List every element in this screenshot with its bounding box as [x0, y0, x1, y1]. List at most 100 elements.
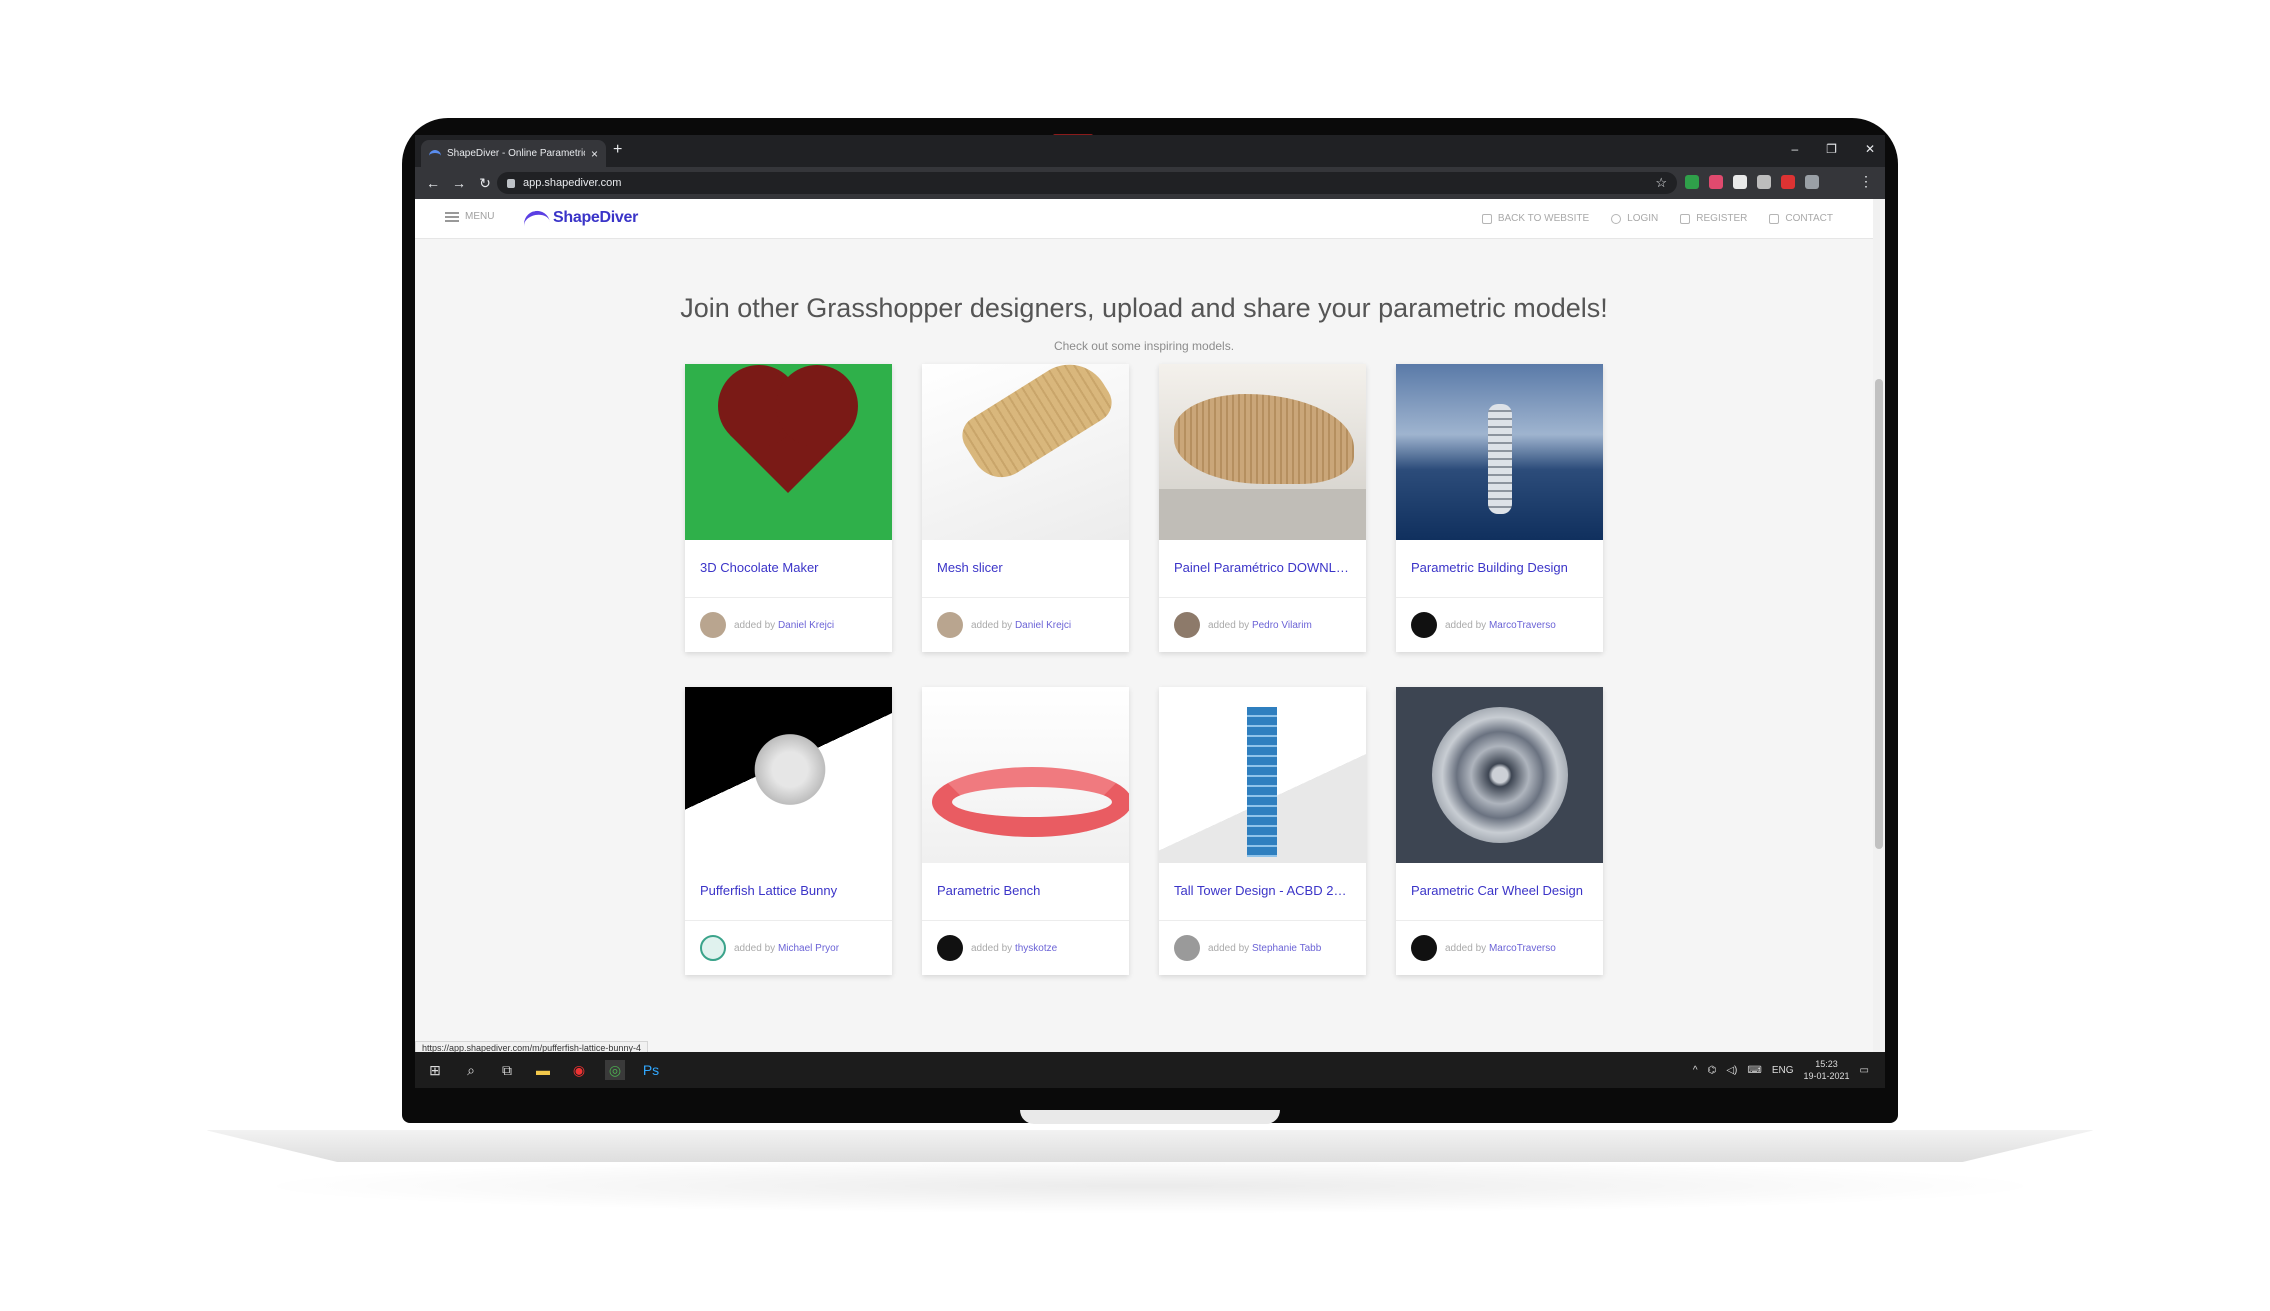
added-by: added by Daniel Krejci — [734, 620, 834, 631]
page-scrollbar[interactable] — [1873, 199, 1885, 1052]
tab-title: ShapeDiver - Online Parametric — [447, 148, 585, 159]
curved-bench-image — [932, 767, 1129, 837]
chocolate-heart-image — [730, 377, 846, 493]
extension-white-icon[interactable] — [1733, 175, 1747, 189]
extension-icons — [1685, 175, 1819, 189]
windows-start-icon[interactable]: ⊞ — [425, 1060, 445, 1080]
avatar[interactable] — [1411, 612, 1437, 638]
scrollbar-thumb[interactable] — [1875, 379, 1883, 849]
browser-toolbar: ← → ↻ app.shapediver.com ☆ ⋮ — [415, 167, 1885, 199]
reload-icon[interactable]: ↻ — [473, 175, 497, 192]
avatar[interactable] — [700, 935, 726, 961]
clock[interactable]: 15:23 19-01-2021 — [1804, 1058, 1850, 1082]
author-link[interactable]: Daniel Krejci — [1015, 620, 1071, 631]
model-card[interactable]: Pufferfish Lattice Bunny added by Michae… — [685, 687, 892, 975]
browser-tabbar: ShapeDiver - Online Parametric × + – ❐ ✕ — [415, 135, 1885, 167]
model-thumbnail[interactable] — [1159, 687, 1366, 863]
model-title[interactable]: Parametric Car Wheel Design — [1396, 863, 1603, 921]
brand-logo[interactable]: ShapeDiver — [521, 208, 639, 228]
model-card[interactable]: Parametric Car Wheel Design added by Mar… — [1396, 687, 1603, 975]
back-to-website-link[interactable]: BACK TO WEBSITE — [1481, 213, 1589, 224]
register-link[interactable]: REGISTER — [1680, 213, 1747, 224]
added-by: added by thyskotze — [971, 943, 1057, 954]
kebab-menu-icon[interactable]: ⋮ — [1859, 173, 1873, 190]
model-thumbnail[interactable] — [1396, 364, 1603, 540]
model-title[interactable]: Painel Paramétrico DOWNLO... — [1159, 540, 1366, 598]
notification-icon[interactable]: ▭ — [1860, 1065, 1869, 1076]
avatar[interactable] — [937, 612, 963, 638]
chevron-up-icon[interactable]: ^ — [1693, 1065, 1698, 1076]
model-thumbnail[interactable] — [922, 364, 1129, 540]
restore-icon[interactable]: ❐ — [1826, 142, 1837, 156]
login-link[interactable]: LOGIN — [1611, 213, 1658, 224]
added-by-label: added by — [1445, 942, 1487, 954]
model-thumbnail[interactable] — [922, 687, 1129, 863]
model-title[interactable]: 3D Chocolate Maker — [685, 540, 892, 598]
task-view-icon[interactable]: ⧉ — [497, 1060, 517, 1080]
chrome-icon[interactable]: ◎ — [605, 1060, 625, 1080]
author-link[interactable]: Pedro Vilarim — [1252, 620, 1312, 631]
bookmark-star-icon[interactable]: ☆ — [1655, 175, 1667, 191]
author-link[interactable]: Stephanie Tabb — [1252, 943, 1321, 954]
avatar[interactable] — [1174, 935, 1200, 961]
window-controls: – ❐ ✕ — [1791, 142, 1875, 156]
menu-button[interactable]: MENU — [445, 211, 494, 222]
app-red-icon[interactable]: ◉ — [569, 1060, 589, 1080]
extension-green-icon[interactable] — [1685, 175, 1699, 189]
close-window-icon[interactable]: ✕ — [1865, 142, 1875, 156]
new-tab-button[interactable]: + — [613, 141, 622, 159]
avatar[interactable] — [937, 935, 963, 961]
extension-gray-icon[interactable] — [1757, 175, 1771, 189]
card-footer: added by MarcoTraverso — [1396, 921, 1603, 975]
author-link[interactable]: Michael Pryor — [778, 943, 839, 954]
minimize-icon[interactable]: – — [1791, 142, 1798, 156]
brand-name: ShapeDiver — [553, 209, 639, 226]
model-thumbnail[interactable] — [685, 364, 892, 540]
volume-icon[interactable]: ◁) — [1726, 1065, 1737, 1076]
added-by: added by MarcoTraverso — [1445, 943, 1556, 954]
author-link[interactable]: MarcoTraverso — [1489, 620, 1556, 631]
model-card[interactable]: Mesh slicer added by Daniel Krejci — [922, 364, 1129, 652]
author-link[interactable]: Daniel Krejci — [778, 620, 834, 631]
author-link[interactable]: thyskotze — [1015, 943, 1057, 954]
twisted-tower-image — [1488, 404, 1512, 514]
model-card[interactable]: 3D Chocolate Maker added by Daniel Krejc… — [685, 364, 892, 652]
photoshop-icon[interactable]: Ps — [641, 1060, 661, 1080]
file-explorer-icon[interactable]: ▬ — [533, 1060, 553, 1080]
forward-icon[interactable]: → — [447, 175, 471, 192]
model-title[interactable]: Parametric Building Design — [1396, 540, 1603, 598]
model-title[interactable]: Mesh slicer — [922, 540, 1129, 598]
model-grid: 3D Chocolate Maker added by Daniel Krejc… — [685, 364, 1603, 975]
user-icon — [1611, 213, 1622, 224]
back-icon[interactable]: ← — [421, 175, 445, 192]
avatar[interactable] — [700, 612, 726, 638]
language-indicator[interactable]: ENG — [1772, 1065, 1794, 1076]
added-by: added by Michael Pryor — [734, 943, 839, 954]
model-card[interactable]: Parametric Bench added by thyskotze — [922, 687, 1129, 975]
model-title[interactable]: Pufferfish Lattice Bunny — [685, 863, 892, 921]
puzzle-icon[interactable] — [1805, 175, 1819, 189]
model-thumbnail[interactable] — [1396, 687, 1603, 863]
edit-icon — [1680, 213, 1691, 224]
network-icon[interactable]: ⌬ — [1708, 1065, 1717, 1076]
model-thumbnail[interactable] — [685, 687, 892, 863]
avatar[interactable] — [1411, 935, 1437, 961]
model-card[interactable]: Painel Paramétrico DOWNLO... added by Pe… — [1159, 364, 1366, 652]
avatar[interactable] — [1174, 612, 1200, 638]
model-card[interactable]: Parametric Building Design added by Marc… — [1396, 364, 1603, 652]
keyboard-icon[interactable]: ⌨ — [1747, 1065, 1761, 1076]
model-title[interactable]: Tall Tower Design - ACBD 2019 — [1159, 863, 1366, 921]
contact-link[interactable]: CONTACT — [1769, 213, 1833, 224]
extension-pink-icon[interactable] — [1709, 175, 1723, 189]
author-link[interactable]: MarcoTraverso — [1489, 943, 1556, 954]
address-bar[interactable]: app.shapediver.com ☆ — [497, 172, 1677, 194]
model-title[interactable]: Parametric Bench — [922, 863, 1129, 921]
close-tab-icon[interactable]: × — [591, 147, 598, 161]
menu-label: MENU — [465, 211, 495, 222]
register-label: REGISTER — [1696, 213, 1748, 224]
model-thumbnail[interactable] — [1159, 364, 1366, 540]
extension-red-icon[interactable] — [1781, 175, 1795, 189]
browser-tab[interactable]: ShapeDiver - Online Parametric × — [421, 140, 606, 167]
model-card[interactable]: Tall Tower Design - ACBD 2019 added by S… — [1159, 687, 1366, 975]
search-icon[interactable]: ⌕ — [461, 1060, 481, 1080]
